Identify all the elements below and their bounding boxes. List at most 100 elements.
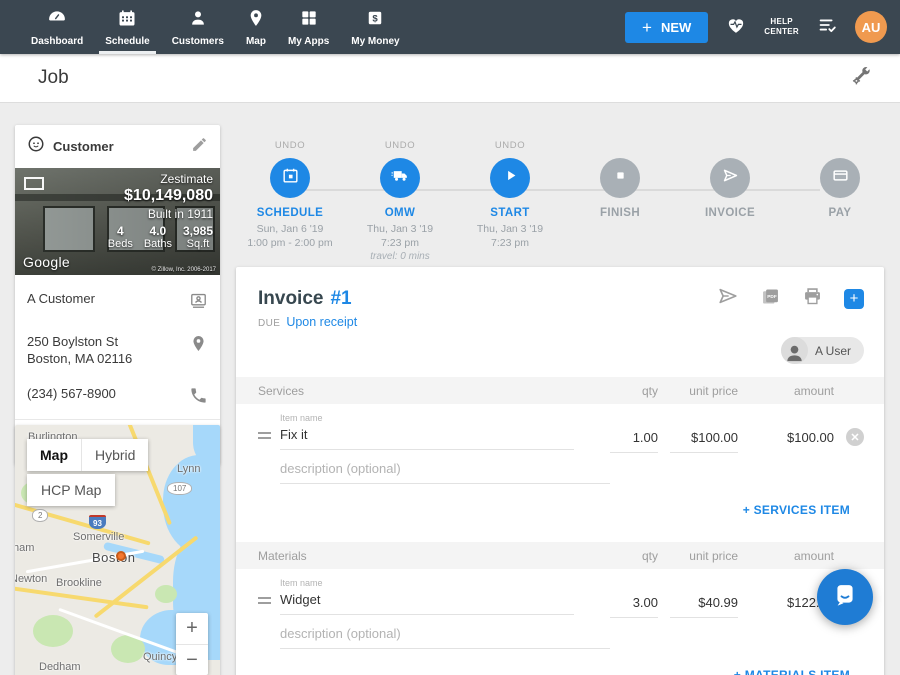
nav-tab-label: My Money xyxy=(351,36,399,47)
step-label: OMW xyxy=(385,207,416,219)
hcp-map-button[interactable]: HCP Map xyxy=(27,474,115,506)
amount-column-header: amount xyxy=(750,384,834,398)
stat-beds: 4 Beds xyxy=(108,224,133,250)
nav-tab-label: Dashboard xyxy=(31,36,83,47)
job-location-marker[interactable] xyxy=(116,551,126,561)
service-unit-price-input[interactable] xyxy=(670,427,738,453)
address-line1: 250 Boylston St xyxy=(27,334,118,349)
new-button[interactable]: + NEW xyxy=(625,12,708,43)
add-services-item-link[interactable]: + SERVICES ITEM xyxy=(743,503,850,517)
help-center-link[interactable]: HELP CENTER xyxy=(764,17,799,37)
start-step-button[interactable] xyxy=(490,158,530,198)
due-value-link[interactable]: Upon receipt xyxy=(286,315,357,329)
material-item-row: Item name $122.97 xyxy=(236,569,884,618)
material-unit-price-input[interactable] xyxy=(670,592,738,618)
help-center-line2: CENTER xyxy=(764,27,799,37)
customer-card-title: Customer xyxy=(53,139,183,154)
gauge-icon xyxy=(47,8,67,33)
map-label-dedham: Dedham xyxy=(39,661,81,673)
svg-text:PDF: PDF xyxy=(767,293,777,299)
undo-button[interactable]: UNDO xyxy=(385,140,415,152)
map-type-map-button[interactable]: Map xyxy=(27,439,81,471)
map-label-waltham-cut: ham xyxy=(15,542,34,554)
step-label: SCHEDULE xyxy=(257,207,323,219)
finish-step-button[interactable] xyxy=(600,158,640,198)
help-center-line1: HELP xyxy=(764,17,799,27)
property-photo: Zestimate $10,149,080 Built in 1911 4 Be… xyxy=(15,168,220,275)
nav-tab-my-money[interactable]: $ My Money xyxy=(340,0,410,54)
timeline-step-pay: PAY xyxy=(785,140,895,264)
health-heart-icon[interactable] xyxy=(725,14,747,41)
nav-tabs: Dashboard Schedule Customers Map My Apps xyxy=(0,0,411,54)
job-settings-icon[interactable] xyxy=(850,65,872,92)
undo-button[interactable]: UNDO xyxy=(275,140,305,152)
step-label: START xyxy=(490,207,529,219)
qty-column-header: qty xyxy=(610,384,658,398)
calendar-icon xyxy=(281,166,300,190)
built-in: Built in 1911 xyxy=(108,207,213,221)
checklist-icon[interactable] xyxy=(816,14,838,41)
pay-step-button[interactable] xyxy=(820,158,860,198)
stat-sqft: 3,985 Sq.ft xyxy=(183,224,213,250)
plus-icon: + xyxy=(642,19,652,36)
undo-button[interactable]: UNDO xyxy=(495,140,525,152)
send-icon xyxy=(721,166,740,190)
map-label-brookline: Brookline xyxy=(56,577,102,589)
print-icon[interactable] xyxy=(802,286,823,312)
service-item-name-input[interactable] xyxy=(280,424,574,450)
material-item-name-input[interactable] xyxy=(280,589,574,615)
material-description-input[interactable] xyxy=(280,623,610,649)
unit-price-column-header: unit price xyxy=(670,384,738,398)
contact-card-icon[interactable] xyxy=(189,290,208,315)
zoom-in-button[interactable]: + xyxy=(176,613,208,644)
step-label: FINISH xyxy=(600,207,640,219)
nav-tab-label: My Apps xyxy=(288,36,329,47)
google-watermark: Google xyxy=(23,254,70,270)
nav-tab-label: Schedule xyxy=(105,36,149,47)
timeline-step-start: UNDO START Thu, Jan 3 '19 7:23 pm xyxy=(455,140,565,264)
step-label: PAY xyxy=(829,207,852,219)
assignee-chip[interactable]: A User xyxy=(781,337,864,364)
nav-tab-map[interactable]: Map xyxy=(235,0,277,54)
omw-step-button[interactable] xyxy=(380,158,420,198)
user-avatar[interactable]: AU xyxy=(855,11,887,43)
timeline-step-finish: FINISH xyxy=(565,140,675,264)
svg-text:$: $ xyxy=(373,13,379,24)
due-label: DUE xyxy=(258,318,280,329)
drag-handle-icon[interactable] xyxy=(258,578,280,607)
map-label-quincy: Quincy xyxy=(143,651,177,663)
schedule-step-button[interactable] xyxy=(270,158,310,198)
nav-tab-my-apps[interactable]: My Apps xyxy=(277,0,340,54)
add-materials-item-link[interactable]: + MATERIALS ITEM xyxy=(734,668,850,675)
timeline-step-invoice: INVOICE xyxy=(675,140,785,264)
send-invoice-icon[interactable] xyxy=(717,285,739,312)
location-pin-icon[interactable] xyxy=(189,333,208,358)
service-item-row: Item name $100.00 ✕ xyxy=(236,404,884,453)
nav-tab-schedule[interactable]: Schedule xyxy=(94,0,160,54)
nav-tab-label: Customers xyxy=(172,36,224,47)
phone-icon[interactable] xyxy=(189,385,208,410)
stop-icon xyxy=(611,166,630,190)
map-type-hybrid-button[interactable]: Hybrid xyxy=(81,439,148,471)
street-view-icon[interactable] xyxy=(24,177,44,190)
route-2-shield: 2 xyxy=(32,509,48,522)
invoice-step-button[interactable] xyxy=(710,158,750,198)
material-qty-input[interactable] xyxy=(610,592,658,618)
zoom-out-button[interactable]: − xyxy=(176,644,208,675)
service-description-input[interactable] xyxy=(280,458,610,484)
add-invoice-icon[interactable]: + xyxy=(844,289,864,309)
remove-service-item-button[interactable]: ✕ xyxy=(846,428,864,446)
customer-phone-row: (234) 567-8900 xyxy=(27,376,208,419)
map-type-buttons: Map Hybrid xyxy=(27,439,148,471)
nav-tab-customers[interactable]: Customers xyxy=(161,0,235,54)
nav-tab-dashboard[interactable]: Dashboard xyxy=(20,0,94,54)
amount-column-header: amount xyxy=(750,549,834,563)
drag-handle-icon[interactable] xyxy=(258,413,280,442)
edit-pencil-icon[interactable] xyxy=(191,136,208,158)
services-section-title: Services xyxy=(258,384,610,398)
service-qty-input[interactable] xyxy=(610,427,658,453)
chat-launcher-button[interactable] xyxy=(817,569,873,625)
pdf-icon[interactable]: PDF xyxy=(760,286,781,312)
customer-name: A Customer xyxy=(27,290,189,307)
invoice-number[interactable]: #1 xyxy=(330,288,351,310)
